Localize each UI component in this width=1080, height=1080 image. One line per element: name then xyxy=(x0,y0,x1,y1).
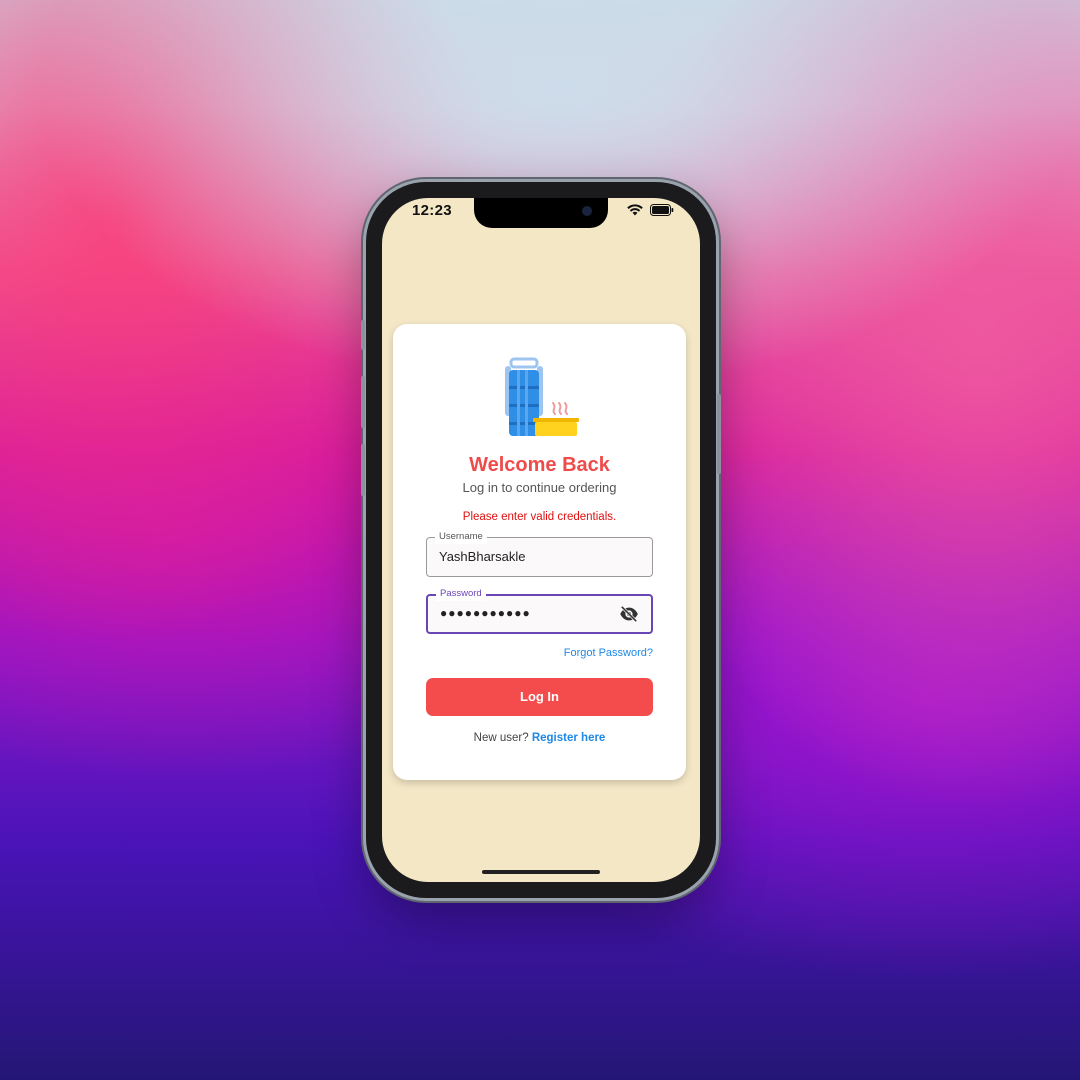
notch xyxy=(474,198,608,228)
volume-up-button xyxy=(361,376,365,428)
status-icons xyxy=(627,204,674,216)
home-indicator xyxy=(482,870,600,874)
phone-frame: 12:23 Welcome Back Log in to continue or… xyxy=(361,182,721,898)
forgot-password-link[interactable]: Forgot Password? xyxy=(564,647,653,659)
username-field[interactable]: Username YashBharsakle xyxy=(426,530,653,577)
silent-switch xyxy=(361,320,365,350)
login-card: Welcome Back Log in to continue ordering… xyxy=(393,324,686,780)
register-row: New user? Register here xyxy=(393,732,686,744)
username-value: YashBharsakle xyxy=(439,549,526,564)
power-button xyxy=(717,394,721,474)
status-time: 12:23 xyxy=(412,202,452,219)
wifi-icon xyxy=(627,204,643,216)
password-field[interactable]: Password ●●●●●●●●●●● xyxy=(426,587,653,634)
welcome-subtitle: Log in to continue ordering xyxy=(462,480,617,495)
tiffin-box-icon xyxy=(505,357,579,436)
password-masked-value: ●●●●●●●●●●● xyxy=(440,606,531,620)
register-prompt: New user? xyxy=(473,732,529,744)
eye-off-icon[interactable] xyxy=(619,606,639,622)
register-link[interactable]: Register here xyxy=(532,732,606,744)
error-message: Please enter valid credentials. xyxy=(462,511,617,523)
front-camera xyxy=(582,206,592,216)
welcome-title: Welcome Back xyxy=(469,454,610,476)
login-button[interactable]: Log In xyxy=(426,678,653,716)
app-screen: 12:23 Welcome Back Log in to continue or… xyxy=(382,198,700,882)
password-label: Password xyxy=(436,587,486,601)
username-label: Username xyxy=(435,530,487,544)
volume-down-button xyxy=(361,444,365,496)
battery-icon xyxy=(650,204,674,216)
